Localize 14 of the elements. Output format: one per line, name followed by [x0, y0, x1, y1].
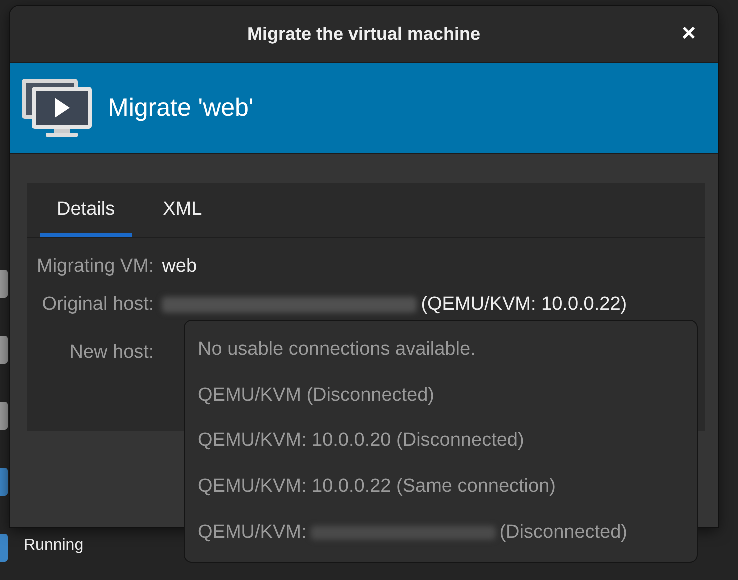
window-title: Migrate the virtual machine	[247, 24, 481, 44]
header-title: Migrate 'web'	[108, 94, 254, 122]
vm-status: Running	[24, 537, 84, 555]
field-value: web	[162, 256, 198, 278]
menu-item-text: QEMU/KVM:	[198, 522, 307, 544]
field-value: (QEMU/KVM: 10.0.0.22)	[421, 294, 628, 316]
field-label: Migrating VM:	[37, 255, 154, 279]
monitor-play-icon	[20, 77, 94, 139]
field-label: Original host:	[41, 293, 154, 317]
field-label: New host:	[68, 341, 154, 365]
menu-item-text: (Disconnected)	[500, 522, 628, 544]
tab[interactable]: XML	[146, 183, 220, 237]
close-button[interactable]: ×	[678, 21, 700, 47]
tab[interactable]: Details	[40, 183, 132, 237]
